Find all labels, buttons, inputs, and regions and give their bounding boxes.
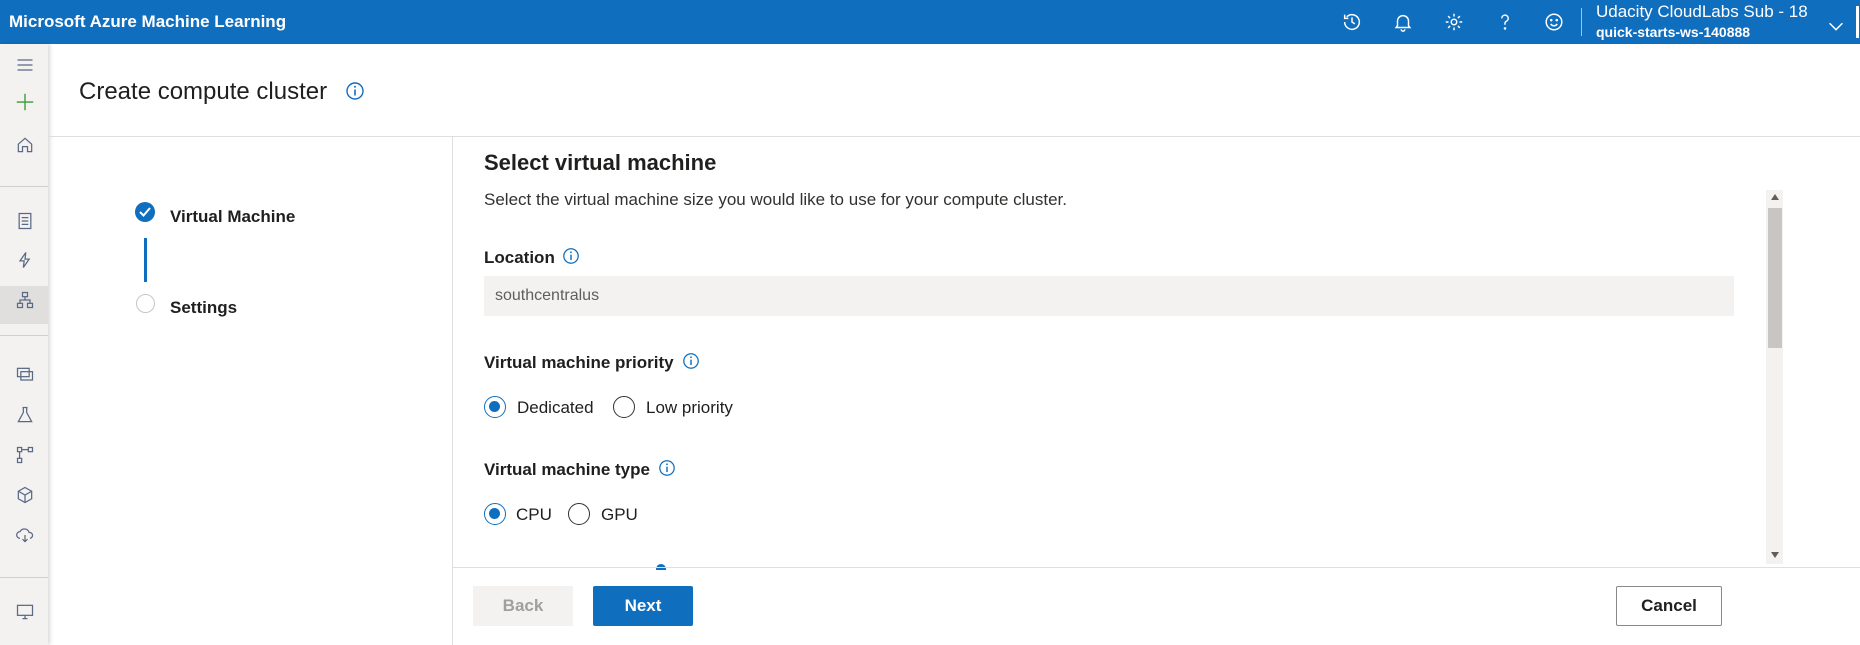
cancel-button[interactable]: Cancel: [1616, 586, 1722, 626]
plus-icon[interactable]: [14, 91, 36, 113]
location-value: southcentralus: [495, 287, 600, 304]
location-info-icon[interactable]: [562, 247, 580, 265]
step-pending-indicator: [136, 294, 155, 313]
location-field[interactable]: southcentralus: [484, 276, 1734, 316]
next-button[interactable]: Next: [593, 586, 693, 626]
smiley-icon[interactable]: [1540, 8, 1568, 36]
step-connector: [144, 238, 147, 282]
compute-icon[interactable]: [14, 601, 36, 623]
designer-icon[interactable]: [14, 289, 36, 311]
footer-divider: [453, 567, 1860, 568]
vm-priority-info-icon[interactable]: [682, 352, 700, 370]
models-icon[interactable]: [14, 484, 36, 506]
info-icon[interactable]: [345, 81, 365, 101]
radio-gpu-label[interactable]: GPU: [601, 505, 638, 525]
radio-dedicated[interactable]: [484, 396, 506, 418]
back-button[interactable]: Back: [473, 586, 573, 626]
app-title[interactable]: Microsoft Azure Machine Learning: [9, 12, 286, 32]
section-title: Select virtual machine: [484, 150, 717, 175]
chevron-down-icon[interactable]: [1822, 12, 1850, 40]
history-icon[interactable]: [1338, 8, 1366, 36]
section-description: Select the virtual machine size you woul…: [484, 190, 1068, 209]
header-divider: [48, 136, 1860, 137]
step-virtual-machine[interactable]: Virtual Machine: [170, 207, 295, 227]
location-label: Location: [484, 248, 555, 267]
vm-priority-label: Virtual machine priority: [484, 353, 674, 372]
radio-low-priority[interactable]: [613, 396, 635, 418]
radio-gpu[interactable]: [568, 503, 590, 525]
account-name[interactable]: Udacity CloudLabs Sub - 18: [1596, 2, 1808, 22]
nav-separator: [0, 335, 48, 336]
step-settings[interactable]: Settings: [170, 298, 237, 318]
page-title: Create compute cluster: [79, 78, 328, 105]
radio-low-priority-label[interactable]: Low priority: [646, 398, 733, 418]
scroll-up-icon[interactable]: [1771, 194, 1779, 200]
endpoints-icon[interactable]: [14, 524, 36, 546]
pipelines-icon[interactable]: [14, 444, 36, 466]
topbar-edge: [1856, 6, 1859, 38]
notebook-icon[interactable]: [14, 210, 36, 232]
help-icon[interactable]: [1491, 8, 1519, 36]
nav-separator: [0, 577, 48, 578]
datasets-icon[interactable]: [14, 364, 36, 386]
scroll-down-icon[interactable]: [1771, 552, 1779, 558]
topbar-divider: [1581, 8, 1582, 36]
panel-divider: [452, 137, 453, 645]
nav-separator: [0, 186, 48, 187]
scrollbar-thumb[interactable]: [1768, 208, 1782, 348]
top-bar: Microsoft Azure Machine Learning Udacity…: [0, 0, 1860, 44]
gear-icon[interactable]: [1440, 8, 1468, 36]
radio-cpu-label[interactable]: CPU: [516, 505, 552, 525]
workspace-name[interactable]: quick-starts-ws-140888: [1596, 24, 1750, 40]
vm-type-info-icon[interactable]: [658, 459, 676, 477]
checkmark-icon: [135, 202, 155, 222]
home-icon[interactable]: [14, 134, 36, 156]
experiments-icon[interactable]: [14, 404, 36, 426]
radio-cpu[interactable]: [484, 503, 506, 525]
vm-type-label: Virtual machine type: [484, 460, 650, 479]
radio-dedicated-label[interactable]: Dedicated: [517, 398, 594, 418]
automl-icon[interactable]: [14, 249, 36, 271]
left-nav: [0, 44, 48, 645]
hamburger-icon[interactable]: [14, 54, 36, 76]
bell-icon[interactable]: [1389, 8, 1417, 36]
